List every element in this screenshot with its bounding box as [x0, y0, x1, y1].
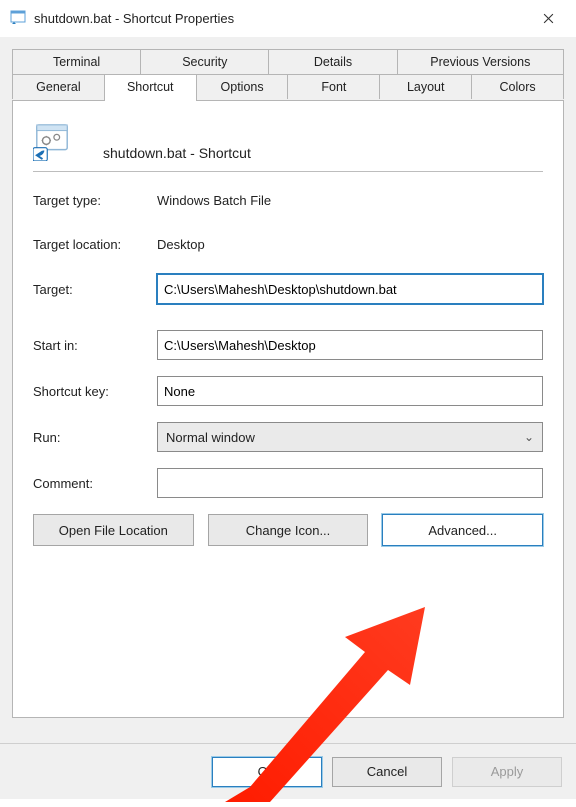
run-select-value: Normal window — [166, 430, 255, 445]
separator — [33, 171, 543, 172]
window-icon — [10, 10, 26, 26]
label-shortcut-key: Shortcut key: — [33, 384, 157, 399]
open-file-location-button[interactable]: Open File Location — [33, 514, 194, 546]
cancel-button[interactable]: Cancel — [332, 757, 442, 787]
dialog-footer: OK Cancel Apply — [0, 743, 576, 799]
window-title: shutdown.bat - Shortcut Properties — [34, 11, 526, 26]
label-comment: Comment: — [33, 476, 157, 491]
target-input[interactable] — [157, 274, 543, 304]
shortcut-header: shutdown.bat - Shortcut — [33, 123, 543, 161]
change-icon-button[interactable]: Change Icon... — [208, 514, 369, 546]
chevron-down-icon: ⌄ — [524, 430, 534, 444]
shortcut-actions: Open File Location Change Icon... Advanc… — [33, 514, 543, 546]
tab-font[interactable]: Font — [287, 74, 380, 99]
shortcut-key-input[interactable] — [157, 376, 543, 406]
apply-button[interactable]: Apply — [452, 757, 562, 787]
tab-options[interactable]: Options — [196, 74, 289, 99]
run-select[interactable]: Normal window ⌄ — [157, 422, 543, 452]
tab-colors[interactable]: Colors — [471, 74, 564, 99]
tab-shortcut[interactable]: Shortcut — [104, 74, 197, 101]
titlebar: shutdown.bat - Shortcut Properties — [0, 0, 576, 37]
shortcut-name: shutdown.bat - Shortcut — [103, 145, 251, 161]
dialog-body: Terminal Security Details Previous Versi… — [0, 37, 576, 743]
tab-layout[interactable]: Layout — [379, 74, 472, 99]
close-button[interactable] — [526, 3, 570, 33]
tab-general[interactable]: General — [12, 74, 105, 99]
label-start-in: Start in: — [33, 338, 157, 353]
label-target: Target: — [33, 282, 157, 297]
label-target-location: Target location: — [33, 237, 157, 252]
comment-input[interactable] — [157, 468, 543, 498]
properties-dialog: shutdown.bat - Shortcut Properties Termi… — [0, 0, 576, 798]
start-in-input[interactable] — [157, 330, 543, 360]
tab-strip: Terminal Security Details Previous Versi… — [12, 49, 564, 101]
tab-terminal[interactable]: Terminal — [12, 49, 141, 74]
ok-button[interactable]: OK — [212, 757, 322, 787]
value-target-type: Windows Batch File — [157, 193, 271, 208]
advanced-button[interactable]: Advanced... — [382, 514, 543, 546]
shortcut-icon — [33, 123, 71, 161]
tab-security[interactable]: Security — [140, 49, 269, 74]
tab-previous-versions[interactable]: Previous Versions — [397, 49, 564, 74]
label-run: Run: — [33, 430, 157, 445]
close-icon — [543, 13, 554, 24]
label-target-type: Target type: — [33, 193, 157, 208]
tab-panel-shortcut: shutdown.bat - Shortcut Target type: Win… — [12, 100, 564, 718]
value-target-location: Desktop — [157, 237, 205, 252]
tab-details[interactable]: Details — [268, 49, 397, 74]
